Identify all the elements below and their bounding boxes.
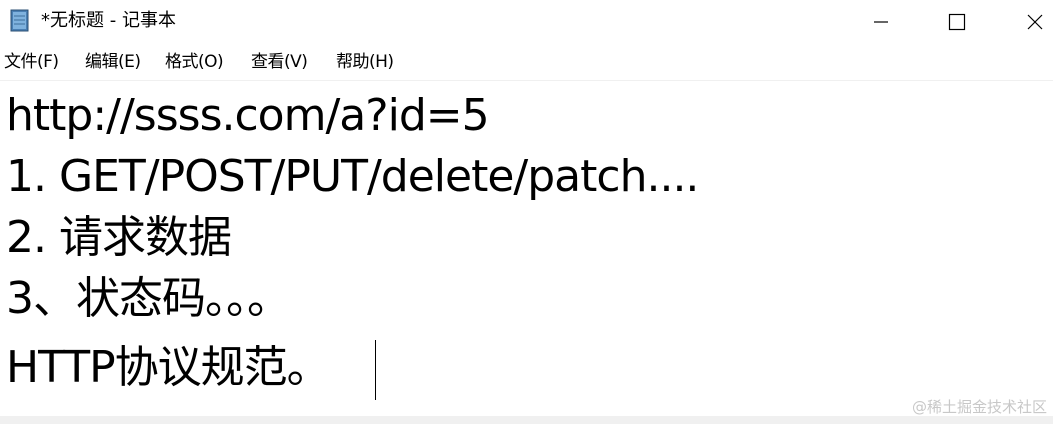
editor-line: http://ssss.com/a?id=5 (6, 90, 490, 141)
menu-file[interactable]: 文件(F) (4, 50, 59, 74)
editor-line: HTTP协议规范。 (6, 342, 331, 393)
close-button[interactable] (1010, 0, 1053, 44)
menu-bar: 文件(F) 编辑(E) 格式(O) 查看(V) 帮助(H) (0, 44, 1053, 80)
title-bar[interactable]: *无标题 - 记事本 (0, 0, 1053, 44)
minimize-icon (874, 21, 888, 23)
notepad-window: *无标题 - 记事本 文件(F) 编辑(E) 格式(O) 查看(V) 帮助(H)… (0, 0, 1053, 424)
editor-line: 1. GET/POST/PUT/delete/patch.... (6, 151, 699, 202)
maximize-button[interactable] (932, 0, 982, 44)
menu-help[interactable]: 帮助(H) (336, 50, 394, 74)
text-caret (375, 340, 376, 400)
menu-edit[interactable]: 编辑(E) (85, 50, 141, 74)
editor-line: 2. 请求数据 (6, 212, 232, 263)
editor-line: 3、状态码。。。 (6, 273, 291, 324)
maximize-icon (948, 13, 966, 31)
menu-format[interactable]: 格式(O) (165, 50, 224, 74)
notepad-icon (10, 9, 29, 32)
text-editor-area[interactable]: http://ssss.com/a?id=5 1. GET/POST/PUT/d… (0, 80, 1053, 417)
minimize-button[interactable] (856, 0, 906, 44)
watermark: @稀土掘金技术社区 (911, 398, 1047, 416)
close-icon (1027, 14, 1043, 30)
window-title: *无标题 - 记事本 (41, 10, 176, 31)
menu-view[interactable]: 查看(V) (251, 50, 308, 74)
bottom-scrollbar-strip (0, 416, 1053, 424)
